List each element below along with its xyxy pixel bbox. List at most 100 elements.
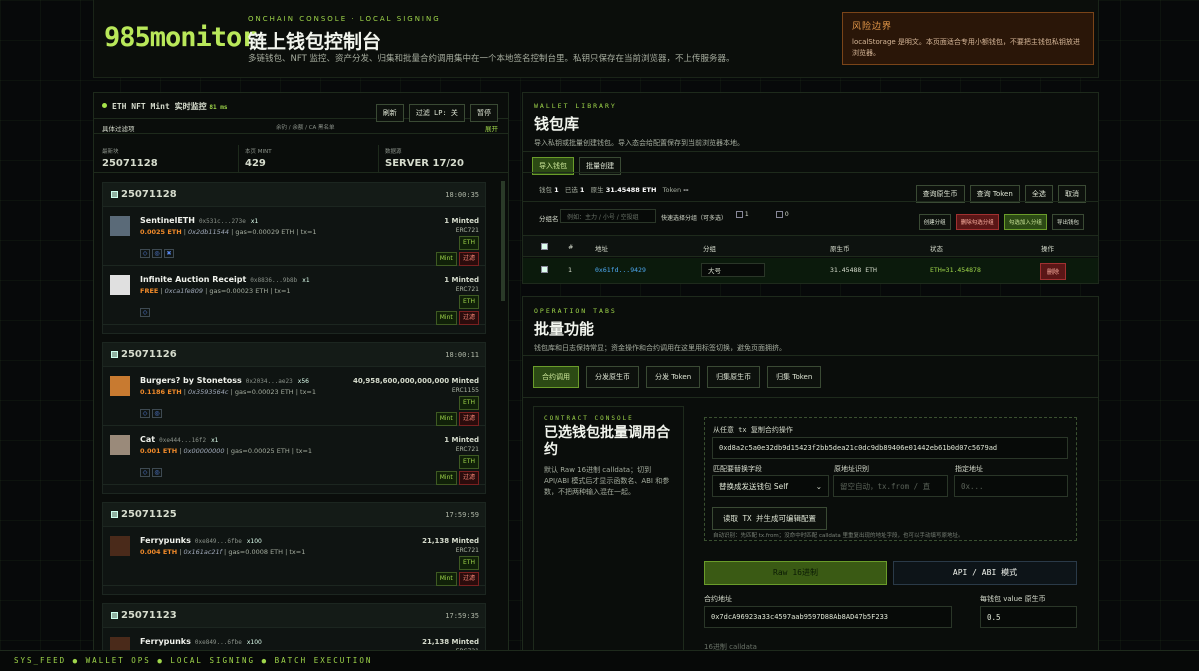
nft-price: 0.001 ETH bbox=[140, 447, 178, 455]
diamond-icon[interactable]: ◇ bbox=[140, 468, 150, 477]
mint-button[interactable]: Mint bbox=[435, 572, 457, 586]
wallet-address[interactable]: 0x61fd...9429 bbox=[595, 266, 646, 274]
nft-contract[interactable]: 0x531c...273e bbox=[199, 218, 246, 225]
group-checkbox-2[interactable]: 0 bbox=[776, 211, 789, 218]
stat-value: 25071128 bbox=[102, 158, 158, 169]
expand-link[interactable]: 展开 bbox=[485, 123, 498, 133]
export-wallet-button[interactable]: 导出钱包 bbox=[1051, 214, 1084, 230]
delete-wallet-button[interactable]: 删除 bbox=[1040, 263, 1067, 280]
circle-icon[interactable]: ◎ bbox=[152, 249, 162, 258]
diamond-icon[interactable]: ◇ bbox=[140, 249, 150, 258]
wallet-row[interactable]: 1 0x61fd...9429 大号 31.45488 ETH ETH=31.4… bbox=[523, 258, 1098, 283]
group-name-input[interactable]: 例如：主力 / 小号 / 空投组 bbox=[560, 209, 656, 223]
mint-button[interactable]: Mint bbox=[435, 412, 457, 426]
contract-address-input[interactable]: 0x7dcA96923a33c4597aab9597D88Ab8AD47b5F2… bbox=[704, 606, 952, 628]
tab-4[interactable]: 归集 Token bbox=[767, 366, 822, 388]
stat-0: 最新块 25071128 bbox=[102, 145, 232, 173]
token-standard: ERC721 bbox=[455, 227, 479, 234]
tx-import-box: 从任意 tx 复制合约操作 0xd8a2c5a0e32db9d15423f2bb… bbox=[704, 417, 1077, 541]
circle-icon[interactable]: ◎ bbox=[152, 409, 162, 418]
page-description: 多链钱包、NFT 监控、资产分发、归集和批量合约调用集中在一个本地签名控制台里。… bbox=[248, 54, 735, 64]
nft-qty: x1 bbox=[302, 277, 310, 284]
diamond-icon[interactable]: ◇ bbox=[140, 308, 150, 317]
mint-button[interactable]: Mint bbox=[435, 471, 457, 485]
contract-console-intro: CONTRACT CONSOLE 已选钱包批量调用合约 默认 Raw 16进制 … bbox=[533, 406, 684, 656]
match-field-select[interactable]: 替换成发送钱包 Self ⌄ bbox=[712, 475, 829, 497]
filter-bar[interactable]: 具体过滤项 余钓 / 余额 / CA 黑名单 展开 bbox=[94, 120, 508, 134]
add-to-group-button[interactable]: 勾选加入分组 bbox=[1003, 214, 1047, 230]
target-address-input[interactable]: 0x... bbox=[954, 475, 1068, 497]
filter-button[interactable]: 过滤 bbox=[458, 572, 479, 586]
nft-contract[interactable]: 0xe849...6fbe bbox=[195, 538, 242, 545]
mint-button[interactable]: Mint bbox=[435, 311, 457, 325]
tab-3[interactable]: 归集原生币 bbox=[707, 366, 761, 388]
filter-button[interactable]: 过滤 bbox=[458, 311, 479, 325]
nft-links: ◇ ◎ ✖ bbox=[140, 240, 176, 259]
nft-mint-row[interactable]: Infinite Auction Receipt 0x8836...9b8b x1 F… bbox=[103, 267, 485, 325]
wallet-status: ETH=31.454878 bbox=[930, 266, 981, 274]
nft-contract[interactable]: 0x2034...ae23 bbox=[246, 378, 293, 385]
minted-count: 1 Minted bbox=[444, 217, 479, 225]
tab-0[interactable]: 合约调用 bbox=[533, 366, 579, 388]
status-footer: SYS_FEED ● WALLET OPS ● LOCAL SIGNING ● … bbox=[0, 650, 1199, 671]
token-standard: ERC721 bbox=[455, 286, 479, 293]
row-checkbox[interactable] bbox=[541, 266, 548, 273]
mint-button[interactable]: Mint bbox=[435, 252, 457, 266]
contract-address-label: 合约地址 bbox=[704, 595, 732, 603]
nft-from: 0xca1fe809 bbox=[164, 287, 204, 295]
nft-thumbnail bbox=[110, 376, 130, 396]
nft-contract[interactable]: 0xe849...6fbe bbox=[195, 639, 242, 646]
from-address-input[interactable]: 留空自动，tx.from / 直 bbox=[833, 475, 948, 497]
nft-tx: tx=1 bbox=[274, 287, 291, 295]
nft-gas: gas=0.00023 ETH bbox=[234, 388, 294, 396]
filter-button[interactable]: 过滤 bbox=[458, 412, 479, 426]
feed-scrollbar[interactable] bbox=[501, 181, 505, 301]
diamond-icon[interactable]: ◇ bbox=[140, 409, 150, 418]
nft-name-line: Burgers? by Stonetoss 0x2034...ae23 x56 bbox=[140, 376, 309, 385]
nft-meta: 21,138 Minted ERC721 ETHMint 过滤 bbox=[422, 536, 479, 586]
nft-mint-row[interactable]: Burgers? by Stonetoss 0x2034...ae23 x56 0.1… bbox=[103, 368, 485, 426]
monitor-stats: 最新块 25071128 本页 MINT 429 数据源 SERVER 17/20 bbox=[94, 145, 508, 173]
nft-thumbnail bbox=[110, 536, 130, 556]
contract-kicker: CONTRACT CONSOLE bbox=[544, 415, 634, 422]
chain-badge: ETH bbox=[459, 455, 479, 469]
wallet-group-input[interactable]: 大号 bbox=[701, 263, 765, 277]
tab-1[interactable]: 分发原生币 bbox=[586, 366, 639, 388]
select-all-checkbox[interactable] bbox=[541, 243, 548, 250]
tab-2[interactable]: 分发 Token bbox=[646, 366, 701, 388]
page-title: 链上钱包控制台 bbox=[248, 31, 382, 53]
nft-mint-row[interactable]: Cat 0xe444...16f2 x1 0.001 ETH | 0x00000000… bbox=[103, 427, 485, 485]
nft-mint-row[interactable]: Ferrypunks0xe849...6fbex1000.004 ETH | 0… bbox=[103, 528, 485, 586]
group-checkbox-1[interactable]: 1 bbox=[736, 211, 749, 218]
circle-icon[interactable]: ◎ bbox=[152, 468, 162, 477]
api-mode-button[interactable]: API / ABI 模式 bbox=[893, 561, 1077, 585]
tx-hash-input[interactable]: 0xd8a2c5a0e32db9d15423f2bb5dea21c0dc9db8… bbox=[712, 437, 1068, 459]
delete-group-button[interactable]: 删除勾选分组 bbox=[955, 214, 999, 230]
create-group-button[interactable]: 创建分组 bbox=[918, 214, 951, 230]
group-label: 分组名 bbox=[539, 215, 559, 223]
nft-mint-row[interactable]: SentinelETH 0x531c...273e x1 0.0025 ETH | 0… bbox=[103, 208, 485, 266]
nft-gas: gas=0.00023 ETH bbox=[209, 287, 269, 295]
from-address-label: 原地址识别 bbox=[834, 465, 869, 473]
nft-contract[interactable]: 0x8836...9b8b bbox=[250, 277, 297, 284]
nft-meta: 40,958,600,000,000,000 Minted ERC1155 ETH M… bbox=[353, 376, 479, 426]
block-time: 17:59:35 bbox=[445, 612, 479, 620]
nft-mint-row[interactable]: Ferrypunks0xe849...6fbex1000.004 ETH | 0… bbox=[103, 629, 485, 651]
filter-button[interactable]: 过滤 bbox=[458, 471, 479, 485]
filter-hint: 余钓 / 余额 / CA 黑名单 bbox=[276, 125, 335, 131]
x-icon[interactable]: ✖ bbox=[164, 249, 174, 258]
nft-contract[interactable]: 0xe444...16f2 bbox=[159, 437, 206, 444]
nft-price-line: 0.0025 ETH | 0x2db11544 | gas=0.00029 ET… bbox=[140, 228, 317, 236]
value-input[interactable]: 0.5 bbox=[980, 606, 1077, 628]
nft-name-line: Ferrypunks 0xe849...6fbe x100 bbox=[140, 637, 262, 646]
raw-mode-button[interactable]: Raw 16进制 bbox=[704, 561, 887, 585]
read-tx-button[interactable]: 读取 TX 并生成可编辑配置 bbox=[712, 507, 828, 530]
minted-count: 1 Minted bbox=[444, 276, 479, 284]
latency-label: 81 ms bbox=[209, 104, 228, 111]
risk-description: localStorage 是明文。本页面适合专用小额钱包，不要把主钱包私钥放进浏… bbox=[852, 38, 1080, 57]
batch-tabs: 合约调用 分发原生币 分发 Token 归集原生币 归集 Token bbox=[533, 366, 822, 388]
app-header: 985monitor ONCHAIN CONSOLE · LOCAL SIGNI… bbox=[93, 0, 1099, 78]
nft-qty: x56 bbox=[297, 378, 309, 385]
filter-button[interactable]: 过滤 bbox=[458, 252, 479, 266]
block-number: 25071125 bbox=[121, 509, 177, 520]
